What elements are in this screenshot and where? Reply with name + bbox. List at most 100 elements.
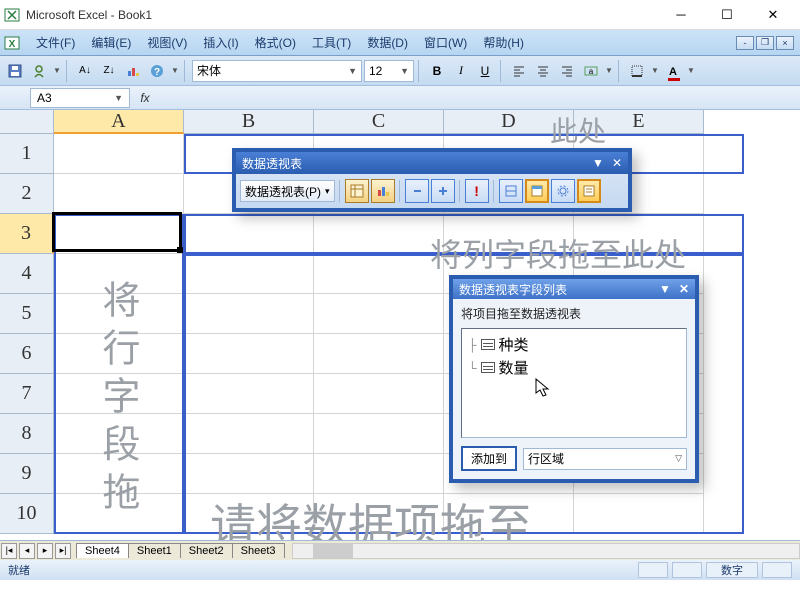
menu-tools[interactable]: 工具(T) — [304, 32, 359, 53]
cell[interactable] — [54, 494, 184, 534]
merge-center-button[interactable]: a — [580, 60, 602, 82]
cell[interactable] — [574, 214, 704, 254]
cell[interactable] — [184, 254, 314, 294]
italic-button[interactable]: I — [450, 60, 472, 82]
toolbar-options-icon[interactable]: ▼ — [592, 156, 604, 170]
column-header[interactable]: B — [184, 110, 314, 134]
pivottable-field-list[interactable]: 数据透视表字段列表 ▼ ✕ 将项目拖至数据透视表 ├种类└数量 添加到 行区域▽ — [449, 275, 699, 483]
field-settings-button[interactable] — [551, 179, 575, 203]
row-header[interactable]: 5 — [0, 294, 54, 334]
font-selector[interactable]: 宋体▼ — [192, 60, 362, 82]
row-header[interactable]: 1 — [0, 134, 54, 174]
align-center-button[interactable] — [532, 60, 554, 82]
cell[interactable] — [54, 214, 184, 254]
add-to-button[interactable]: 添加到 — [461, 446, 517, 471]
chart-wizard-button[interactable] — [122, 60, 144, 82]
column-header[interactable]: A — [54, 110, 184, 134]
row-header[interactable]: 2 — [0, 174, 54, 214]
cell[interactable] — [54, 134, 184, 174]
cell[interactable] — [54, 294, 184, 334]
formula-input[interactable] — [160, 88, 800, 108]
window-maximize-button[interactable]: ☐ — [704, 0, 750, 30]
bold-button[interactable]: B — [426, 60, 448, 82]
menu-file[interactable]: 文件(F) — [28, 32, 83, 53]
hide-detail-button[interactable] — [405, 179, 429, 203]
menu-edit[interactable]: 编辑(E) — [83, 32, 139, 53]
always-display-items-button[interactable] — [525, 179, 549, 203]
cell[interactable] — [184, 494, 314, 534]
workbook-icon[interactable]: X — [2, 33, 22, 53]
cell[interactable] — [184, 374, 314, 414]
horizontal-scrollbar[interactable] — [292, 543, 800, 559]
row-header[interactable]: 10 — [0, 494, 54, 534]
permission-button[interactable] — [28, 60, 50, 82]
font-color-dropdown[interactable]: ▼ — [686, 66, 696, 75]
fx-label[interactable]: fx — [130, 91, 160, 105]
pivottable-menu-dropdown[interactable]: 数据透视表(P)▾ — [240, 180, 335, 202]
row-header[interactable]: 4 — [0, 254, 54, 294]
font-color-button[interactable]: A — [662, 60, 684, 82]
column-header[interactable]: D — [444, 110, 574, 134]
row-header[interactable]: 6 — [0, 334, 54, 374]
field-list-box[interactable]: ├种类└数量 — [461, 328, 687, 438]
underline-button[interactable]: U — [474, 60, 496, 82]
sheet-tab[interactable]: Sheet1 — [128, 543, 181, 558]
menu-insert[interactable]: 插入(I) — [195, 32, 246, 53]
window-minimize-button[interactable]: ─ — [658, 0, 704, 30]
cell[interactable] — [314, 414, 444, 454]
field-list-item[interactable]: ├种类 — [468, 333, 680, 356]
mdi-close-button[interactable]: × — [776, 36, 794, 50]
save-button[interactable] — [4, 60, 26, 82]
menu-view[interactable]: 视图(V) — [139, 32, 195, 53]
cell[interactable] — [314, 454, 444, 494]
cell[interactable] — [184, 454, 314, 494]
cell[interactable] — [314, 254, 444, 294]
menu-help[interactable]: 帮助(H) — [475, 32, 532, 53]
menu-data[interactable]: 数据(D) — [359, 32, 416, 53]
field-list-options-icon[interactable]: ▼ — [659, 282, 671, 296]
mdi-minimize-button[interactable]: - — [736, 36, 754, 50]
area-selector[interactable]: 行区域▽ — [523, 448, 687, 470]
select-all-corner[interactable] — [0, 110, 54, 134]
sheet-nav-next[interactable]: ▸ — [37, 543, 53, 559]
cell[interactable] — [54, 334, 184, 374]
toolbar-close-icon[interactable]: ✕ — [612, 156, 622, 170]
cell[interactable] — [54, 374, 184, 414]
cell[interactable] — [184, 294, 314, 334]
cell[interactable] — [574, 494, 704, 534]
field-list-item[interactable]: └数量 — [468, 356, 680, 379]
field-list-close-icon[interactable]: ✕ — [679, 282, 689, 296]
sort-asc-button[interactable]: A↓ — [74, 60, 96, 82]
cell[interactable] — [314, 334, 444, 374]
window-close-button[interactable]: ✕ — [750, 0, 796, 30]
cell[interactable] — [444, 494, 574, 534]
sheet-nav-last[interactable]: ▸| — [55, 543, 71, 559]
pivottable-toolbar-title[interactable]: 数据透视表 ▼ ✕ — [236, 152, 628, 174]
show-field-list-button[interactable] — [577, 179, 601, 203]
cell[interactable] — [444, 214, 574, 254]
menu-window[interactable]: 窗口(W) — [416, 32, 475, 53]
menu-format[interactable]: 格式(O) — [247, 32, 304, 53]
row-header[interactable]: 3 — [0, 214, 54, 254]
cell[interactable] — [54, 174, 184, 214]
sort-desc-button[interactable]: Z↓ — [98, 60, 120, 82]
sheet-nav-first[interactable]: |◂ — [1, 543, 17, 559]
format-report-button[interactable] — [345, 179, 369, 203]
sheet-nav-prev[interactable]: ◂ — [19, 543, 35, 559]
sheet-tab[interactable]: Sheet4 — [76, 543, 129, 558]
cell[interactable] — [184, 414, 314, 454]
sheet-tab[interactable]: Sheet3 — [232, 543, 285, 558]
pivottable-toolbar[interactable]: 数据透视表 ▼ ✕ 数据透视表(P)▾ ! — [232, 148, 632, 212]
help-button[interactable]: ? — [146, 60, 168, 82]
borders-button[interactable] — [626, 60, 648, 82]
permission-dropdown[interactable]: ▼ — [52, 66, 62, 75]
align-left-button[interactable] — [508, 60, 530, 82]
chart-wizard-pivot-button[interactable] — [371, 179, 395, 203]
cell[interactable] — [54, 414, 184, 454]
cell[interactable] — [54, 254, 184, 294]
align-right-button[interactable] — [556, 60, 578, 82]
cell[interactable] — [184, 214, 314, 254]
field-list-titlebar[interactable]: 数据透视表字段列表 ▼ ✕ — [453, 279, 695, 299]
cell[interactable] — [314, 494, 444, 534]
row-header[interactable]: 7 — [0, 374, 54, 414]
